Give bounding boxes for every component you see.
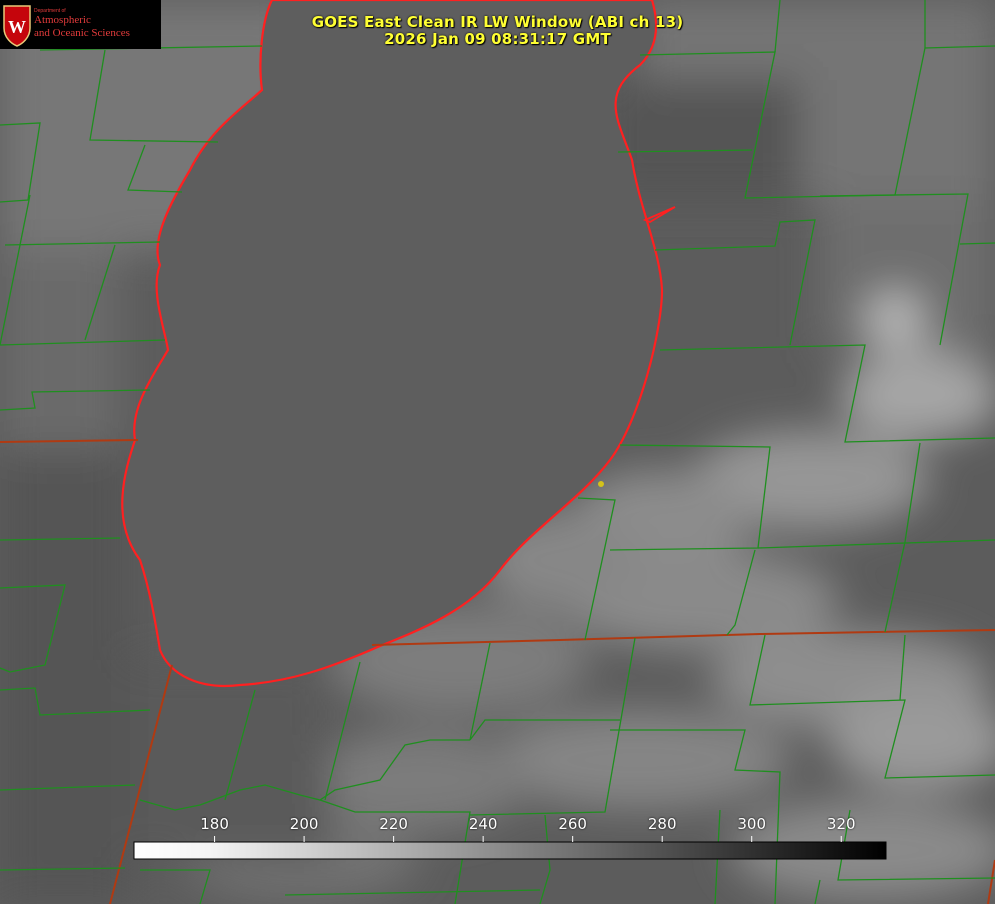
image-timestamp: 2026 Jan 09 08:31:17 GMT (384, 30, 611, 48)
colorbar-tick-label: 300 (737, 815, 767, 833)
satellite-image-map[interactable] (0, 0, 995, 904)
product-title: GOES East Clean IR LW Window (ABI ch 13) (311, 13, 684, 31)
colorbar-tick-label: 320 (826, 815, 856, 833)
colorbar-tick-label: 240 (468, 815, 498, 833)
colorbar-gradient (133, 841, 887, 860)
colorbar-tick-label: 180 (200, 815, 229, 833)
colorbar-tick-label: 200 (289, 815, 319, 833)
colorbar-tick-label: 260 (558, 815, 587, 833)
satellite-map-view: W Department of Atmospheric and Oceanic … (0, 0, 995, 904)
colorbar-tick-label: 280 (647, 815, 677, 833)
colorbar-tick-label: 220 (379, 815, 408, 833)
location-marker[interactable] (598, 481, 604, 487)
